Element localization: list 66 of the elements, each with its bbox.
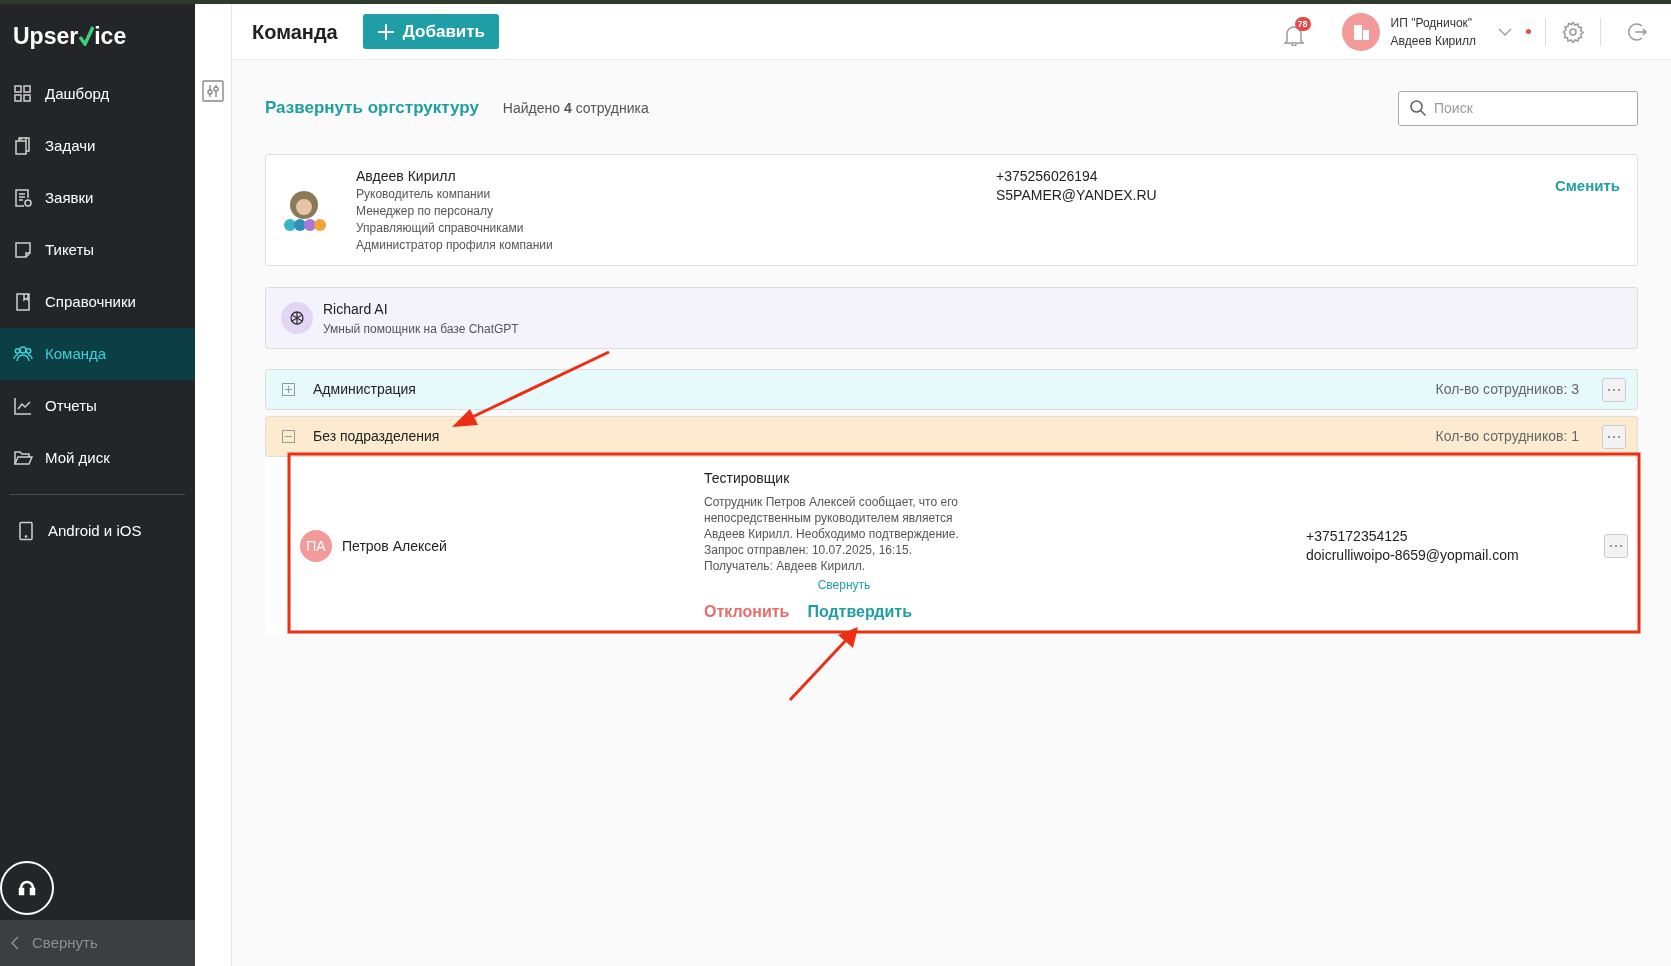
apps-link[interactable]: Android и iOS: [0, 505, 195, 557]
employee-count: Кол-во сотрудников: 3: [1435, 380, 1579, 399]
search-icon: [1409, 98, 1427, 117]
email-address: doicrulliwoipo-8659@yopmail.com: [1306, 546, 1520, 565]
support-button[interactable]: [0, 861, 54, 915]
search-field[interactable]: Поиск: [1398, 90, 1638, 126]
notifications-button[interactable]: 78: [1281, 16, 1312, 47]
role-label: Руководитель компании: [356, 186, 492, 203]
logo-text: ice: [94, 21, 127, 51]
department-name: Без подразделения: [313, 427, 441, 446]
assistant-name: Richard AI: [323, 299, 389, 319]
plus-icon: [376, 22, 395, 41]
role-label: Администратор профиля компании: [356, 237, 554, 254]
more-button[interactable]: [1604, 534, 1628, 558]
email-address: S5PAMER@YANDEX.RU: [996, 186, 1158, 205]
notification-count: 78: [1294, 16, 1311, 31]
department-row[interactable]: Без подразделения Кол-во сотрудников: 1: [265, 416, 1638, 457]
role-label: Управляющий справочниками: [356, 220, 525, 237]
team-icon: [13, 344, 33, 364]
clipboard-icon: [13, 136, 33, 156]
department-row[interactable]: Администрация Кол-во сотрудников: 3: [265, 369, 1638, 410]
folder-icon: [13, 448, 33, 468]
assistant-description: Умный помощник на базе ChatGPT: [323, 320, 519, 338]
filter-icon[interactable]: [202, 80, 224, 102]
sidebar-item[interactable]: Мой диск: [0, 432, 195, 484]
book-icon: [13, 292, 33, 312]
note-icon: [13, 240, 33, 260]
initials-avatar: ПА: [300, 530, 332, 562]
more-button[interactable]: [1602, 424, 1626, 449]
chevron-left-icon: [10, 935, 20, 951]
more-button[interactable]: [1602, 377, 1626, 402]
more-icon: [1608, 388, 1620, 391]
employee-name: Петров Алексей: [342, 536, 448, 556]
department-name: Администрация: [313, 380, 417, 399]
more-icon: [1608, 435, 1620, 438]
request-message: Сотрудник Петров Алексей сообщает, что его непосредственным руководителем является Авдеев Кирилл. Необходимо подтверждение. Запрос отправлен: 10.07.2025, 16:15. Получатель: Авдеев Кирилл.: [704, 494, 960, 574]
employee-count: Кол-во сотрудников: 1: [1435, 427, 1579, 446]
phone-number: +375256026194: [996, 167, 1099, 186]
logo-text: Upser: [13, 21, 79, 51]
chart-icon: [13, 396, 33, 416]
plus-box-icon[interactable]: [282, 383, 295, 396]
sidebar-item[interactable]: Задачи: [0, 120, 195, 172]
chevron-down-icon[interactable]: [1498, 27, 1512, 36]
grid-icon: [13, 84, 33, 104]
check-icon: [78, 26, 95, 46]
person-name: Авдеев Кирилл: [356, 167, 457, 186]
headset-icon: [17, 878, 37, 898]
sidebar-item[interactable]: Тикеты: [0, 224, 195, 276]
tablet-icon: [16, 521, 36, 541]
results-count: Найдено 4 сотрудника: [502, 98, 649, 118]
minus-box-icon[interactable]: [282, 430, 295, 443]
phone-number: +375172354125: [1306, 527, 1409, 546]
logout-icon[interactable]: [1625, 20, 1647, 43]
role-label: Менеджер по персоналу: [356, 203, 494, 220]
assistant-avatar-icon: [281, 302, 313, 334]
employee-role: Тестировщик: [704, 469, 791, 488]
sidebar-item[interactable]: Команда: [0, 328, 195, 380]
page-title: Команда: [252, 19, 338, 45]
company-name: ИП "Родничок": [1390, 14, 1474, 32]
sidebar-item[interactable]: Отчеты: [0, 380, 195, 432]
sidebar-item[interactable]: Дашборд: [0, 68, 195, 120]
user-name: Авдеев Кирилл: [1390, 32, 1476, 50]
settings-icon[interactable]: [1562, 20, 1584, 43]
document-icon: [13, 188, 33, 208]
sidebar-item[interactable]: Заявки: [0, 172, 195, 224]
sidebar-item[interactable]: Справочники: [0, 276, 195, 328]
